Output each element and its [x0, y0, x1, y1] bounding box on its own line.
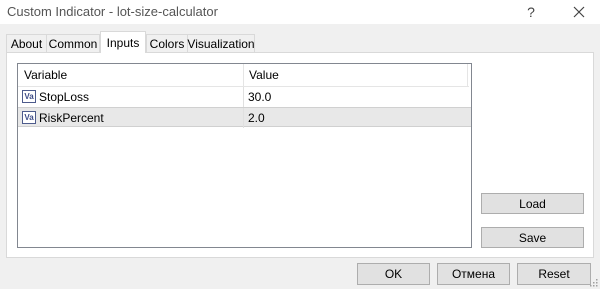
table-header: Variable Value: [18, 64, 469, 87]
save-button[interactable]: Save: [481, 227, 584, 248]
tab-label: Common: [48, 36, 98, 51]
cell-divider: [243, 108, 244, 128]
save-button-label: Save: [518, 230, 547, 245]
ok-button[interactable]: OK: [357, 263, 430, 285]
tab-common[interactable]: Common: [46, 34, 100, 52]
tab-about[interactable]: About: [6, 34, 47, 52]
column-divider[interactable]: [467, 64, 468, 86]
column-divider[interactable]: [243, 64, 244, 86]
tab-label: Inputs: [106, 35, 140, 50]
title-bar: Custom Indicator - lot-size-calculator ?: [0, 0, 600, 24]
load-button-label: Load: [519, 196, 546, 211]
variable-type-icon: Va: [22, 111, 36, 124]
load-button[interactable]: Load: [481, 193, 584, 214]
variable-type-icon: Va: [22, 90, 36, 103]
table-row-selected[interactable]: Va RiskPercent 2.0: [18, 107, 471, 128]
help-icon: ?: [527, 4, 535, 20]
table-row[interactable]: Va StopLoss 30.0: [18, 87, 471, 107]
inputs-table[interactable]: Variable Value Va StopLoss 30.0 Va RiskP…: [17, 63, 472, 248]
cell-divider: [243, 87, 244, 107]
tab-label: About: [10, 36, 43, 51]
help-button[interactable]: ?: [516, 0, 546, 24]
reset-button-label: Reset: [538, 267, 570, 281]
window-title: Custom Indicator - lot-size-calculator: [7, 4, 218, 19]
tab-inputs[interactable]: Inputs: [100, 31, 146, 53]
close-button[interactable]: [562, 0, 596, 24]
cancel-button-label: Отмена: [451, 267, 496, 281]
cancel-button[interactable]: Отмена: [437, 263, 510, 285]
column-header-variable[interactable]: Variable: [24, 68, 67, 82]
variable-name: StopLoss: [39, 90, 90, 104]
variable-value[interactable]: 30.0: [248, 90, 271, 104]
reset-button[interactable]: Reset: [517, 263, 591, 285]
ok-button-label: OK: [384, 267, 403, 281]
variable-value[interactable]: 2.0: [248, 111, 265, 125]
tab-colors[interactable]: Colors: [146, 34, 188, 52]
tab-label: Colors: [149, 36, 185, 51]
resize-grip-icon[interactable]: [588, 277, 598, 287]
close-icon: [573, 6, 585, 18]
tab-label: Visualization: [187, 36, 255, 51]
tab-visualization[interactable]: Visualization: [187, 34, 255, 52]
variable-name: RiskPercent: [39, 111, 104, 125]
column-header-value[interactable]: Value: [249, 68, 279, 82]
